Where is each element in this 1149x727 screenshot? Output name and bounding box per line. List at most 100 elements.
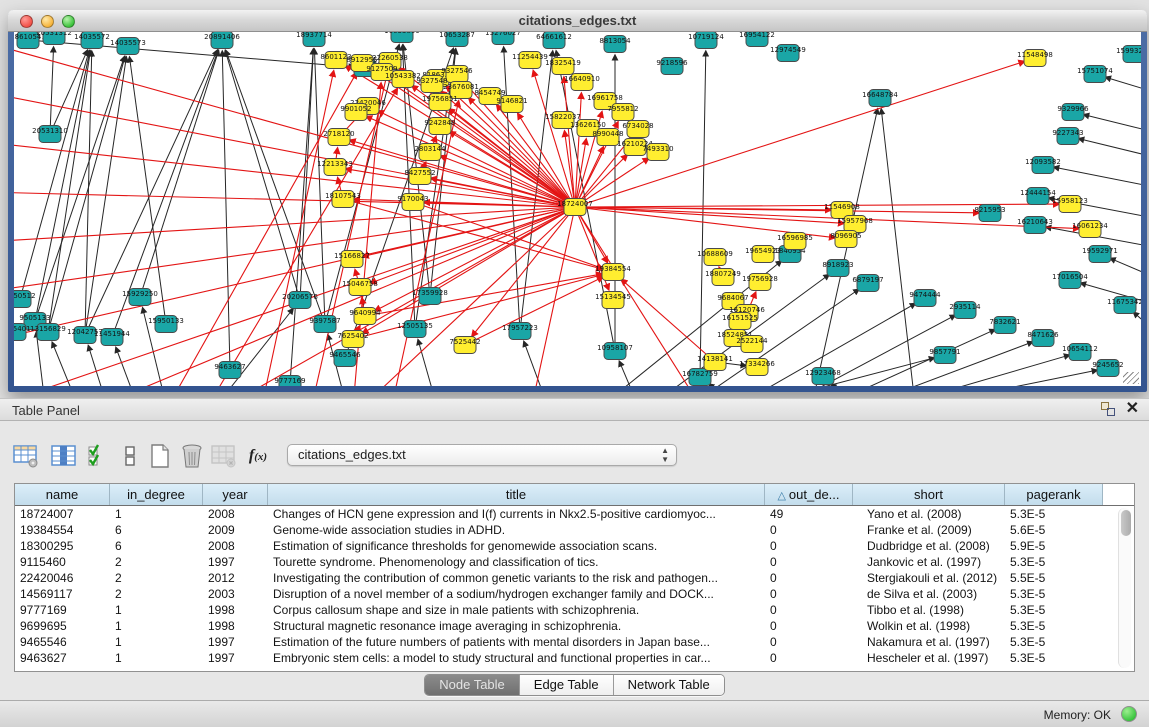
table-cell[interactable]: 0	[765, 618, 853, 634]
graph-edge[interactable]	[534, 207, 575, 386]
graph-node[interactable]: 14035573	[110, 38, 146, 55]
table-cell[interactable]: 2012	[203, 570, 268, 586]
table-cell[interactable]: Estimation of the future numbers of pati…	[268, 634, 765, 650]
column-header-out-de-[interactable]: △out_de...	[765, 484, 853, 505]
graph-edge[interactable]	[129, 57, 166, 324]
graph-node[interactable]: 11254439	[512, 52, 548, 69]
table-cell[interactable]: 0	[765, 522, 853, 538]
table-cell[interactable]: Yano et al. (2008)	[853, 506, 1005, 522]
graph-node[interactable]: 8096905	[830, 231, 861, 248]
graph-node[interactable]: 10958107	[597, 343, 633, 360]
graph-node[interactable]: 11451944	[94, 329, 130, 346]
table-cell[interactable]: 0	[765, 602, 853, 618]
graph-node[interactable]: 10654112	[1062, 344, 1098, 361]
column-header-pagerank[interactable]: pagerank	[1005, 484, 1103, 505]
table-cell[interactable]: 5.3E-5	[1005, 554, 1103, 570]
table-cell[interactable]: 5.5E-5	[1005, 570, 1103, 586]
graph-node[interactable]: 9397587	[309, 316, 340, 333]
graph-edge[interactable]	[290, 49, 313, 384]
graph-node[interactable]: 12923468	[805, 368, 841, 385]
table-cell[interactable]: 1997	[203, 634, 268, 650]
graph-node[interactable]: 10653287	[439, 32, 475, 47]
graph-edge[interactable]	[849, 330, 995, 386]
table-cell[interactable]: 2008	[203, 506, 268, 522]
graph-node[interactable]: 16151525	[722, 313, 758, 330]
table-cell[interactable]: 2	[110, 554, 203, 570]
graph-node[interactable]: 8918923	[822, 260, 853, 277]
graph-node[interactable]: 10719124	[688, 32, 724, 49]
graph-node[interactable]: 16640910	[564, 74, 600, 91]
graph-edge[interactable]	[969, 370, 1097, 386]
graph-node[interactable]: 15957968	[837, 216, 873, 233]
graph-node[interactable]: 19592971	[1082, 246, 1118, 263]
graph-edge[interactable]	[881, 109, 914, 386]
graph-node[interactable]: 16210643	[1017, 217, 1053, 234]
graph-node[interactable]: 9777169	[274, 376, 305, 387]
graph-edge[interactable]	[88, 346, 104, 386]
memory-status-indicator[interactable]	[1121, 706, 1137, 722]
graph-node[interactable]: 15046758	[342, 279, 378, 296]
graph-edge[interactable]	[314, 49, 325, 324]
graph-node[interactable]: 9350512	[14, 291, 36, 308]
table-cell[interactable]: 1	[110, 650, 203, 666]
table-cell[interactable]: 9699695	[15, 618, 110, 634]
show-column-icon[interactable]	[50, 442, 78, 470]
table-cell[interactable]: Embryonic stem cells: a model to study s…	[268, 650, 765, 666]
float-panel-icon[interactable]	[1100, 401, 1116, 417]
graph-node[interactable]: 9227343	[1052, 128, 1083, 145]
table-cell[interactable]: Changes of HCN gene expression and I(f) …	[268, 506, 765, 522]
table-cell[interactable]: 18300295	[15, 538, 110, 554]
graph-edge[interactable]	[1133, 312, 1141, 330]
table-row[interactable]: 911546021997Tourette syndrome. Phenomeno…	[15, 554, 1118, 570]
table-cell[interactable]: 5.9E-5	[1005, 538, 1103, 554]
table-cell[interactable]: 5.3E-5	[1005, 634, 1103, 650]
network-canvas[interactable]: 1861054120531312140355721403557320891406…	[14, 32, 1141, 386]
table-cell[interactable]: 18724007	[15, 506, 110, 522]
graph-node[interactable]: 16061234	[1072, 221, 1108, 238]
graph-node[interactable]: 18807249	[705, 269, 741, 286]
graph-edge[interactable]	[1084, 115, 1141, 132]
graph-node[interactable]: 7525442	[449, 337, 480, 354]
table-cell[interactable]: 2003	[203, 586, 268, 602]
create-table-icon[interactable]	[146, 442, 174, 470]
table-cell[interactable]: de Silva et al. (2003)	[853, 586, 1005, 602]
graph-node[interactable]: 8471626	[1027, 330, 1059, 347]
table-cell[interactable]: Dudbridge et al. (2008)	[853, 538, 1005, 554]
graph-node[interactable]: 12505135	[397, 321, 433, 338]
graph-edge[interactable]	[465, 277, 603, 345]
table-cell[interactable]: 2008	[203, 538, 268, 554]
graph-edge[interactable]	[14, 207, 575, 242]
vertical-scrollbar[interactable]	[1118, 508, 1131, 668]
column-header-name[interactable]: name	[15, 484, 110, 505]
graph-edge[interactable]	[375, 207, 575, 311]
graph-node[interactable]: 20891406	[204, 32, 240, 49]
canvas-resize-grip[interactable]	[1123, 372, 1139, 384]
graph-node[interactable]: 9218596	[656, 58, 688, 75]
tab-edge-table[interactable]: Edge Table	[520, 675, 614, 695]
table-cell[interactable]: 9115460	[15, 554, 110, 570]
graph-node[interactable]: 8813054	[599, 36, 631, 53]
graph-node[interactable]: 19654923	[745, 246, 781, 263]
graph-node[interactable]: 8215953	[974, 205, 1005, 222]
tab-network-table[interactable]: Network Table	[614, 675, 724, 695]
table-cell[interactable]: 0	[765, 538, 853, 554]
table-cell[interactable]: 0	[765, 570, 853, 586]
delete-table-icon[interactable]	[178, 442, 206, 470]
graph-node[interactable]: 9329966	[1057, 104, 1089, 121]
table-cell[interactable]: 22420046	[15, 570, 110, 586]
table-cell[interactable]: 2	[110, 570, 203, 586]
table-cell[interactable]: 1	[110, 618, 203, 634]
table-cell[interactable]: Tourette syndrome. Phenomenology and cla…	[268, 554, 765, 570]
graph-node[interactable]: 12093582	[1025, 157, 1061, 174]
graph-node[interactable]: 17334266	[739, 359, 775, 376]
graph-node[interactable]: 12444154	[1020, 188, 1056, 205]
graph-node[interactable]: 9474444	[909, 290, 941, 307]
graph-node[interactable]: 2935114	[949, 302, 981, 319]
graph-node[interactable]: 15166827	[334, 251, 370, 268]
graph-node[interactable]: 9901052	[340, 104, 371, 121]
table-cell[interactable]: 0	[765, 554, 853, 570]
graph-edge[interactable]	[214, 88, 397, 386]
graph-node[interactable]: 7955812	[607, 104, 638, 121]
graph-node[interactable]: 6879197	[852, 275, 883, 292]
table-cell[interactable]: 5.3E-5	[1005, 506, 1103, 522]
